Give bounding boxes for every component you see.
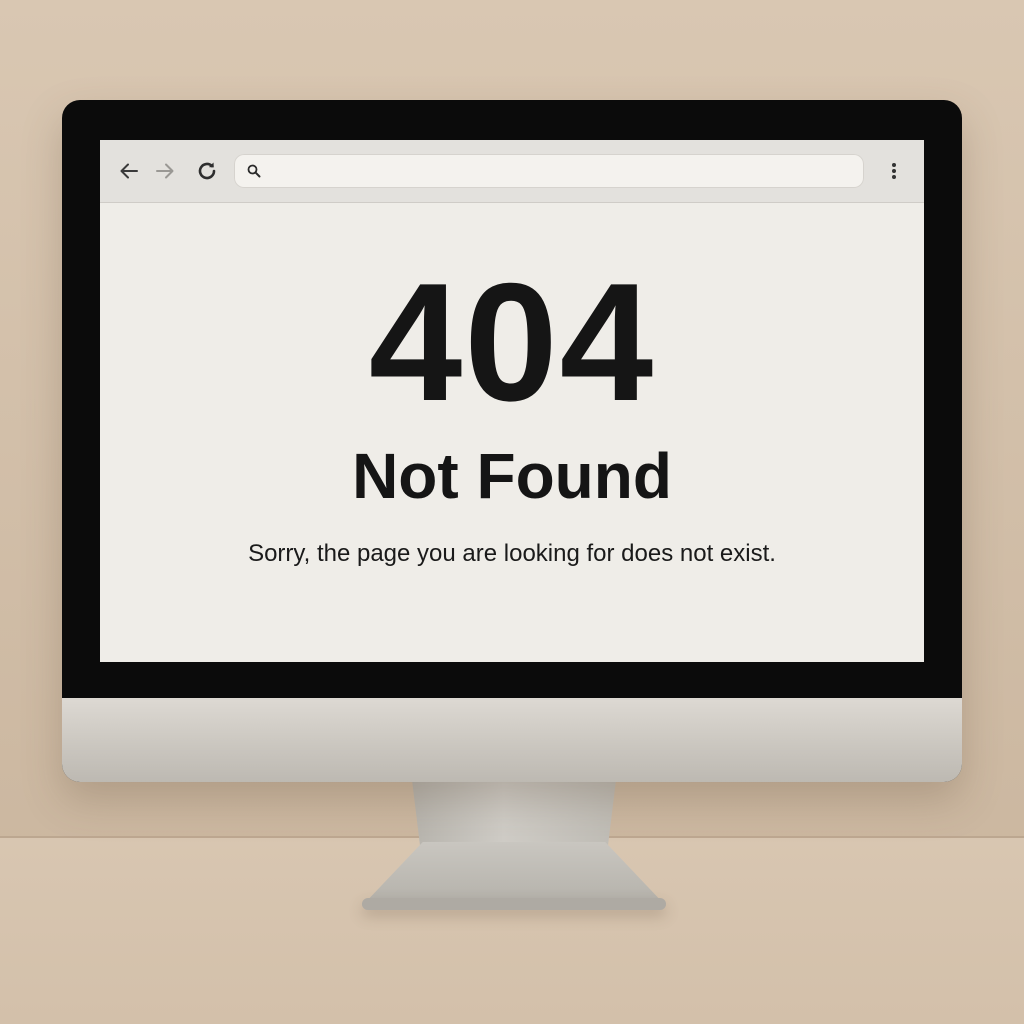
page-content: 404 Not Found Sorry, the page you are lo… [100,202,924,662]
reload-button[interactable] [194,158,220,184]
reload-icon [198,162,216,180]
forward-button[interactable] [152,158,178,184]
browser-toolbar [100,140,924,203]
error-title: Not Found [352,440,672,512]
arrow-right-icon [156,163,174,179]
error-code: 404 [368,248,656,436]
monitor-chin [62,698,962,782]
monitor-stand-base [362,898,666,910]
error-message: Sorry, the page you are looking for does… [248,540,776,567]
address-input[interactable] [270,160,854,184]
kebab-menu-icon [892,163,896,179]
search-icon [247,164,261,178]
address-bar[interactable] [234,154,864,188]
browser-menu-button[interactable] [884,158,904,184]
monitor: 404 Not Found Sorry, the page you are lo… [62,100,962,782]
browser-window: 404 Not Found Sorry, the page you are lo… [100,140,924,662]
back-button[interactable] [116,158,142,184]
arrow-left-icon [120,163,138,179]
